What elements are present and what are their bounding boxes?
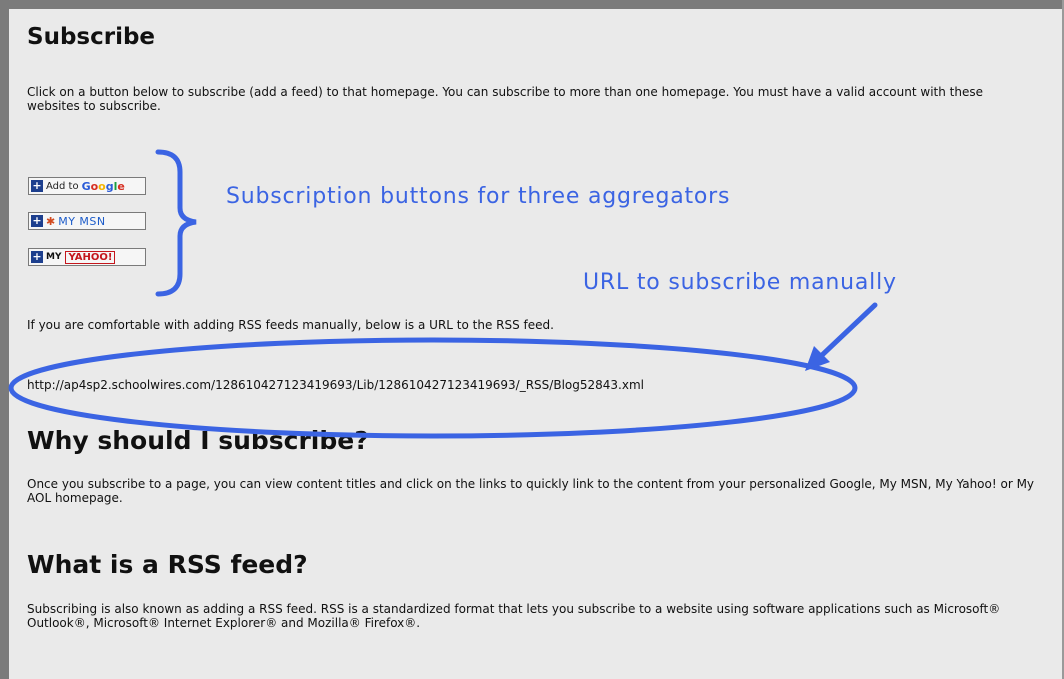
url-highlight-ellipse [8,337,858,439]
arrow-shaft [817,302,878,360]
brace-annotation [155,149,197,297]
annotation-overlay [8,149,878,439]
